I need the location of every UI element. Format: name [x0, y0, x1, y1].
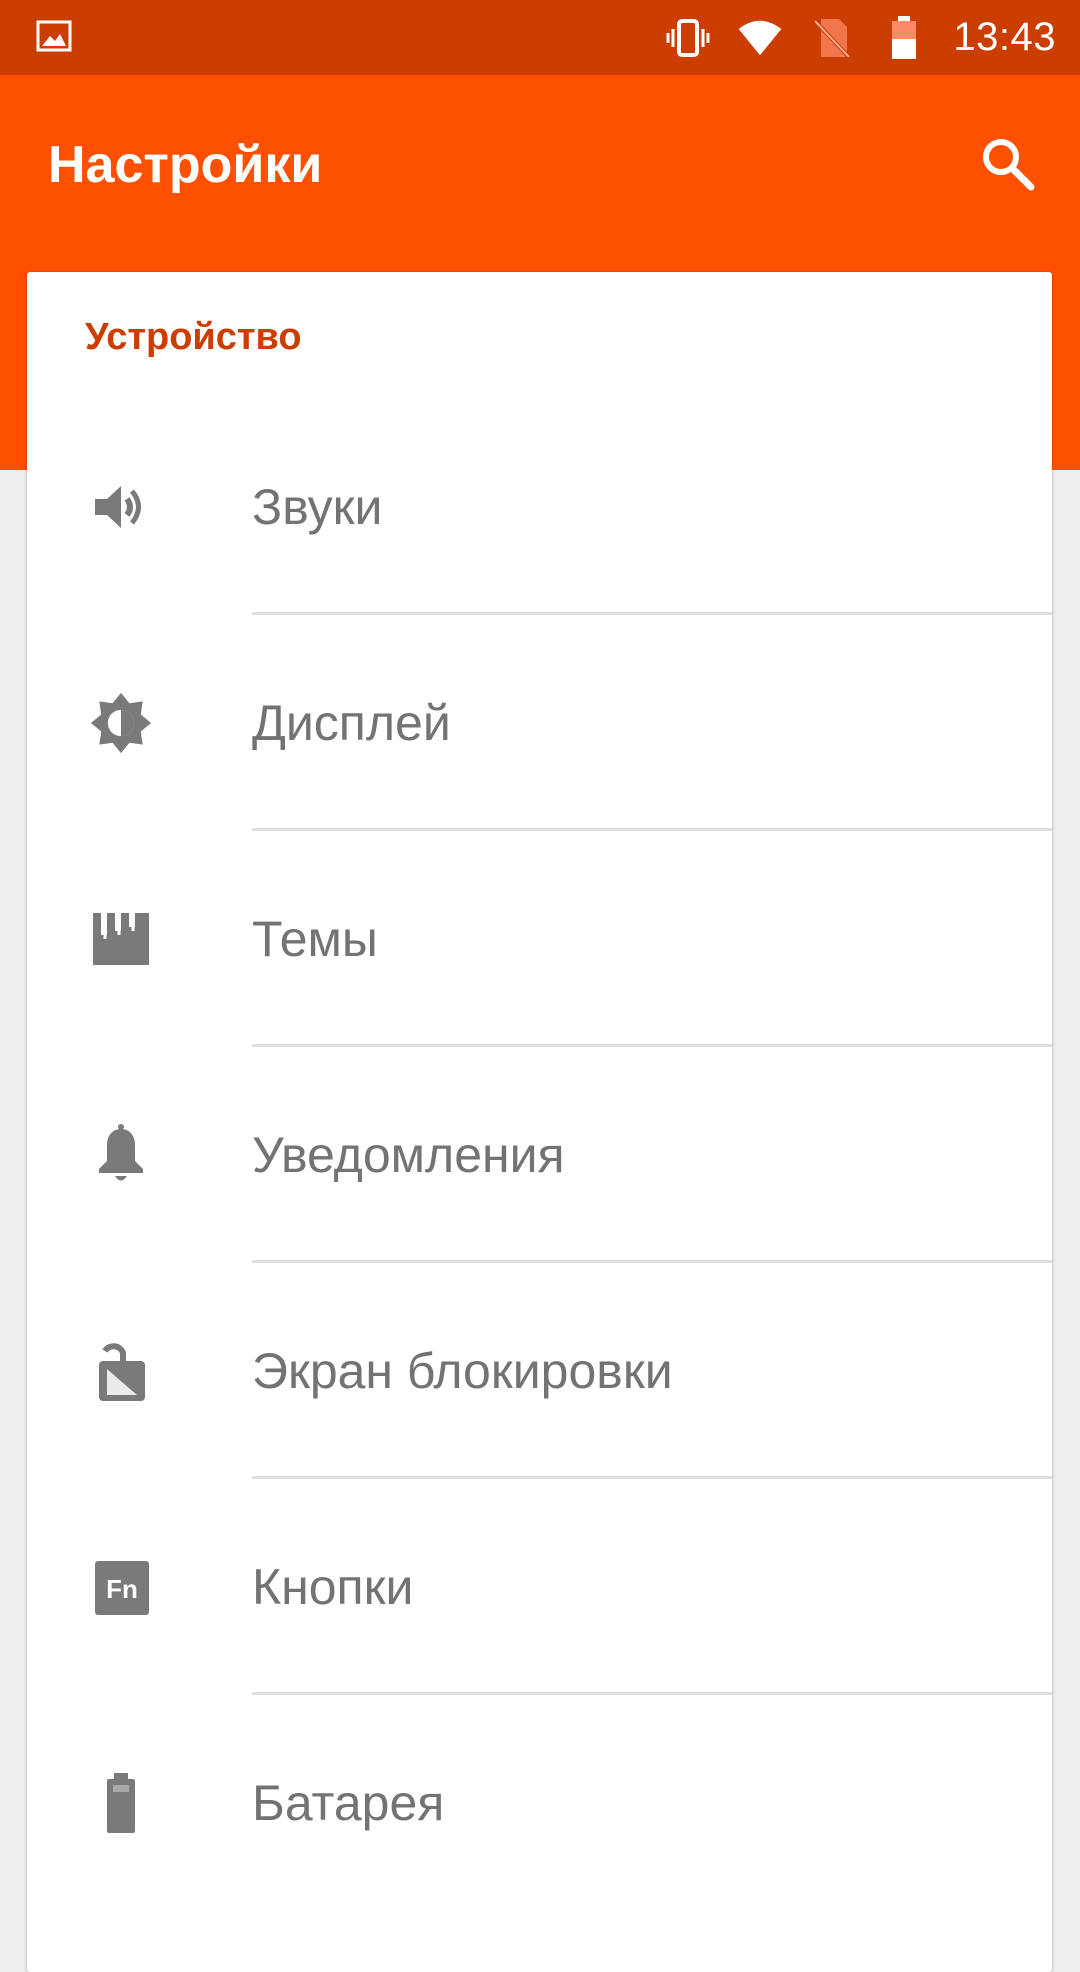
- lock-screen-icon: [89, 1339, 153, 1403]
- svg-text:Fn: Fn: [106, 1574, 138, 1604]
- status-icons: 13:43: [665, 0, 1056, 75]
- search-button[interactable]: [972, 128, 1044, 200]
- settings-item-lock-screen[interactable]: Экран блокировки: [27, 1263, 1052, 1479]
- section-title: Устройство: [85, 316, 302, 358]
- settings-item-label: Батарея: [252, 1775, 445, 1831]
- page-title: Настройки: [48, 136, 323, 194]
- battery-icon: [89, 1771, 153, 1835]
- settings-card: Устройство Звуки Дисплей Темы Уведомлени…: [27, 272, 1052, 1972]
- settings-item-notifications[interactable]: Уведомления: [27, 1047, 1052, 1263]
- bell-icon: [89, 1123, 153, 1187]
- themes-icon: [89, 907, 153, 971]
- settings-item-label: Звуки: [252, 479, 383, 535]
- vibrate-icon: [665, 15, 711, 61]
- gallery-icon: [36, 18, 72, 54]
- battery-icon: [881, 15, 927, 61]
- fn-buttons-icon: Fn: [89, 1555, 153, 1619]
- settings-item-sounds[interactable]: Звуки: [27, 399, 1052, 615]
- search-icon: [983, 139, 1035, 191]
- settings-item-label: Экран блокировки: [252, 1343, 673, 1399]
- brightness-icon: [89, 691, 153, 755]
- status-clock: 13:43: [953, 15, 1056, 59]
- settings-item-label: Дисплей: [252, 695, 451, 751]
- status-bar: 13:43: [0, 0, 1080, 75]
- settings-item-display[interactable]: Дисплей: [27, 615, 1052, 831]
- no-sim-icon: [809, 15, 855, 61]
- settings-item-battery[interactable]: Батарея: [27, 1695, 1052, 1911]
- settings-item-label: Темы: [252, 911, 378, 967]
- settings-item-label: Кнопки: [252, 1559, 414, 1615]
- volume-icon: [89, 475, 153, 539]
- settings-list: Звуки Дисплей Темы Уведомления Экран бло…: [27, 399, 1052, 1911]
- wifi-icon: [737, 15, 783, 61]
- settings-item-label: Уведомления: [252, 1127, 565, 1183]
- settings-item-themes[interactable]: Темы: [27, 831, 1052, 1047]
- settings-item-buttons[interactable]: Fn Кнопки: [27, 1479, 1052, 1695]
